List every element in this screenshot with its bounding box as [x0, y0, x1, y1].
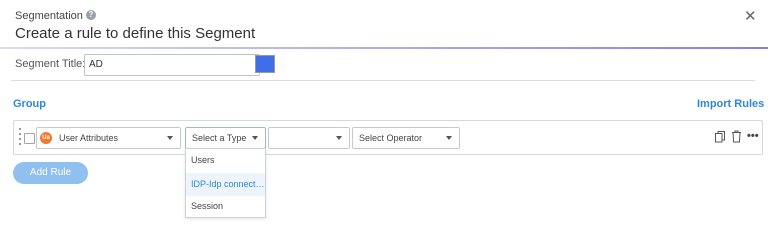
section-divider	[11, 80, 755, 81]
type-dropdown-menu: Users IDP-Idp connecti... Session	[185, 148, 266, 218]
dropdown-option-idp[interactable]: IDP-Idp connecti...	[186, 173, 265, 196]
type-select-label: Select a Type	[192, 133, 247, 143]
segment-color-picker[interactable]	[255, 55, 275, 73]
dropdown-option-users[interactable]: Users	[186, 149, 265, 172]
attribute-select[interactable]: Ua User Attributes	[36, 127, 181, 149]
dropdown-option-session[interactable]: Session	[186, 195, 265, 218]
segment-title-input[interactable]: AD	[84, 54, 260, 76]
trash-icon[interactable]	[731, 130, 742, 143]
add-rule-button[interactable]: Add Rule	[13, 162, 88, 184]
chevron-down-icon	[167, 136, 173, 140]
drag-handle-icon[interactable]	[19, 128, 23, 146]
type-select[interactable]: Select a Type	[185, 127, 266, 149]
rule-checkbox[interactable]	[24, 133, 35, 144]
header-divider	[0, 47, 768, 49]
dialog-header: Segmentation ? Create a rule to define t…	[0, 0, 768, 48]
operator-select-label: Select Operator	[359, 133, 423, 143]
import-rules-link[interactable]: Import Rules	[697, 98, 764, 110]
value-select[interactable]	[268, 127, 350, 149]
user-attributes-badge-icon: Ua	[40, 132, 52, 144]
chevron-down-icon	[446, 136, 452, 140]
segmentation-dialog: Segmentation ? Create a rule to define t…	[0, 0, 768, 245]
group-label: Group	[13, 98, 46, 110]
dialog-subtitle: Segmentation	[15, 10, 83, 22]
chevron-down-icon	[336, 136, 342, 140]
attribute-select-label: User Attributes	[59, 133, 119, 143]
operator-select[interactable]: Select Operator	[352, 127, 460, 149]
segment-title-label: Segment Title:	[15, 58, 86, 70]
more-options-icon[interactable]: •••	[747, 131, 759, 142]
help-icon[interactable]: ?	[86, 10, 96, 20]
copy-icon[interactable]	[715, 131, 725, 143]
dialog-title: Create a rule to define this Segment	[15, 25, 256, 42]
close-icon[interactable]: ✕	[744, 7, 757, 25]
chevron-down-icon	[252, 136, 258, 140]
